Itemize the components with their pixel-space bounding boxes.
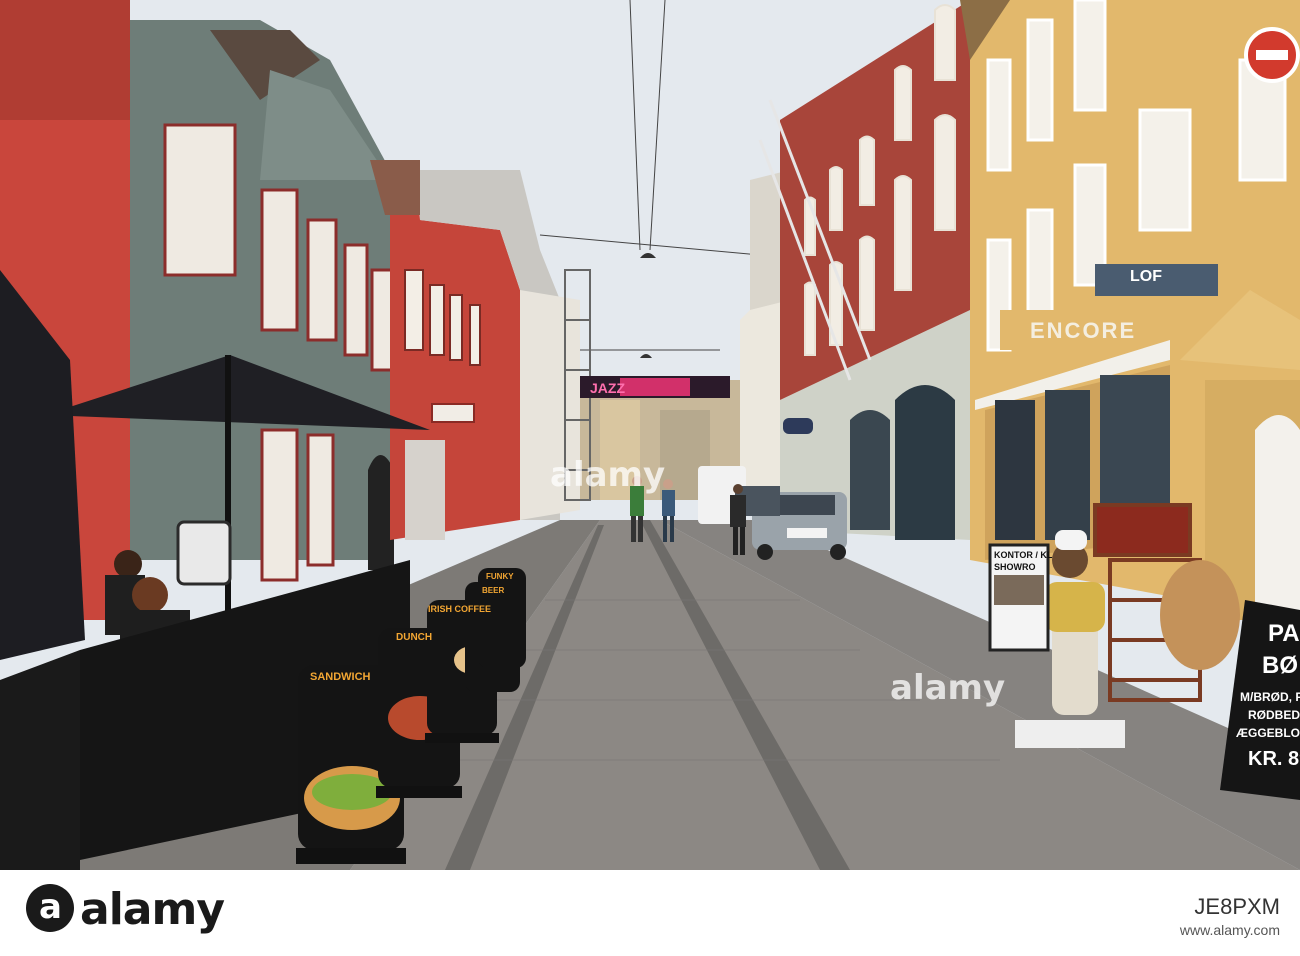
funky-label: FUNKY xyxy=(486,572,514,581)
encore-label: ENCORE xyxy=(1030,318,1137,343)
hanging-shop-sign xyxy=(431,403,475,423)
sign-board xyxy=(478,568,526,668)
dunch-label: DUNCH xyxy=(396,632,433,643)
image-id: JE8PXM xyxy=(1194,894,1280,919)
shop-shutter xyxy=(405,440,445,540)
kontor-label: KONTOR / KL xyxy=(994,550,1053,560)
alamy-logo-text: alamy xyxy=(80,884,225,935)
shop-window xyxy=(995,400,1035,540)
footer-bar: a alamy JE8PXM www.alamy.com xyxy=(0,870,1300,956)
menu-board-line4: RØDBED xyxy=(1248,708,1300,722)
showroom-label: SHOWRO xyxy=(994,562,1036,572)
beer-label: BEER xyxy=(482,586,505,595)
menu-board-line1: PAR xyxy=(1268,620,1300,647)
street-photo: SANDWICH DUNCH IRISH COFFEE BEER FUNKY E… xyxy=(0,0,1300,870)
round-table xyxy=(1160,560,1240,670)
menu-board-line3: M/BRØD, P xyxy=(1240,690,1300,704)
alamy-url[interactable]: www.alamy.com xyxy=(1180,922,1280,938)
shop-window xyxy=(895,385,955,540)
irish-coffee-label: IRISH COFFEE xyxy=(428,604,492,614)
menu-board-price: KR. 89, xyxy=(1248,748,1300,770)
watermark-right: alamy xyxy=(890,668,1006,708)
watermark-center: alamy xyxy=(550,455,666,495)
alamy-logo[interactable]: a alamy xyxy=(26,884,225,935)
alamy-logo-icon: a xyxy=(26,884,74,932)
menu-board-line2: BØ xyxy=(1262,652,1298,679)
menu-board-line5: ÆGGEBLOM xyxy=(1236,726,1300,740)
sandwich-label: SANDWICH xyxy=(310,671,371,683)
info-board xyxy=(176,520,232,586)
jazz-label: JAZZ xyxy=(590,380,625,396)
showroom-sign xyxy=(988,543,1050,652)
hanging-shop-sign xyxy=(783,418,813,434)
street-scene xyxy=(0,0,1300,870)
lof-label: LOF xyxy=(1130,268,1162,285)
